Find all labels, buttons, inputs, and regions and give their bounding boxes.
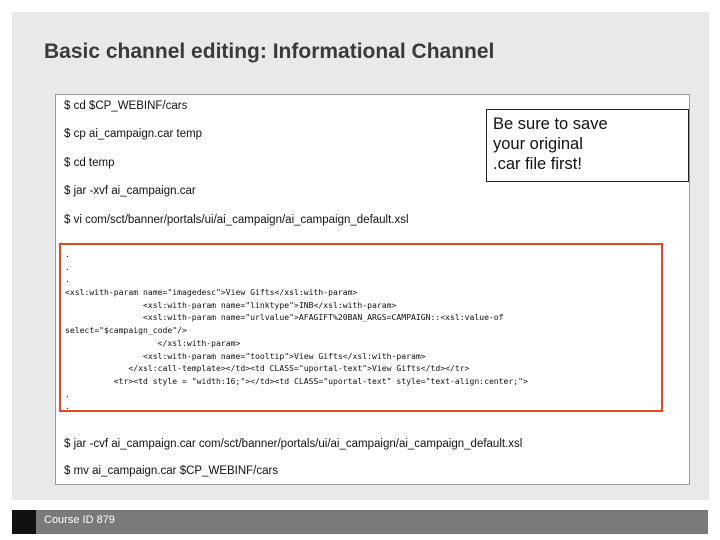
command-line: $ cd $CP_WEBINF/cars: [64, 100, 188, 112]
footer-course-id: Course ID 879: [44, 514, 115, 526]
footer-bar: [36, 510, 708, 534]
note-line: .car file first!: [493, 155, 582, 173]
code-line: .: [65, 388, 70, 399]
command-line: $ mv ai_campaign.car $CP_WEBINF/cars: [64, 465, 279, 477]
command-line: $ cd temp: [64, 157, 115, 169]
code-line: <tr><td style = "width:16;"></td><td CLA…: [65, 375, 528, 386]
callout-note: Be sure to save your original .car file …: [486, 109, 689, 182]
code-line: <xsl:with-param name="urlvalue">AFAGIFT%…: [65, 312, 504, 323]
code-line: .: [65, 249, 70, 259]
code-line: </xsl:with-param>: [65, 337, 241, 348]
content-box: $ cd $CP_WEBINF/cars $ cp ai_campaign.ca…: [55, 94, 690, 485]
code-line: <xsl:with-param name="tooltip">View Gift…: [65, 350, 426, 361]
slide-title: Basic channel editing: Informational Cha…: [44, 40, 495, 63]
code-line: </xsl:call-template></td><td CLASS="upor…: [65, 363, 470, 374]
code-line: <xsl:with-param name="linktype">INB</xsl…: [65, 299, 397, 310]
code-line: .: [65, 401, 70, 412]
command-line: $ cp ai_campaign.car temp: [64, 128, 203, 140]
command-line: $ vi com/sct/banner/portals/ui/ai_campai…: [64, 214, 409, 226]
code-line: .: [65, 261, 70, 272]
command-line: $ jar -cvf ai_campaign.car com/sct/banne…: [64, 438, 523, 450]
code-line: .: [65, 274, 70, 285]
note-line: your original: [493, 135, 583, 153]
code-snippet-box: . . . <xsl:with-param name="imagedesc">V…: [59, 243, 663, 412]
note-line: Be sure to save: [493, 115, 608, 133]
footer-block: [12, 510, 36, 534]
code-line: select="$campaign_code"/>: [65, 325, 187, 336]
command-line: $ jar -xvf ai_campaign.car: [64, 185, 196, 197]
code-line: <xsl:with-param name="imagedesc">View Gi…: [65, 287, 358, 298]
